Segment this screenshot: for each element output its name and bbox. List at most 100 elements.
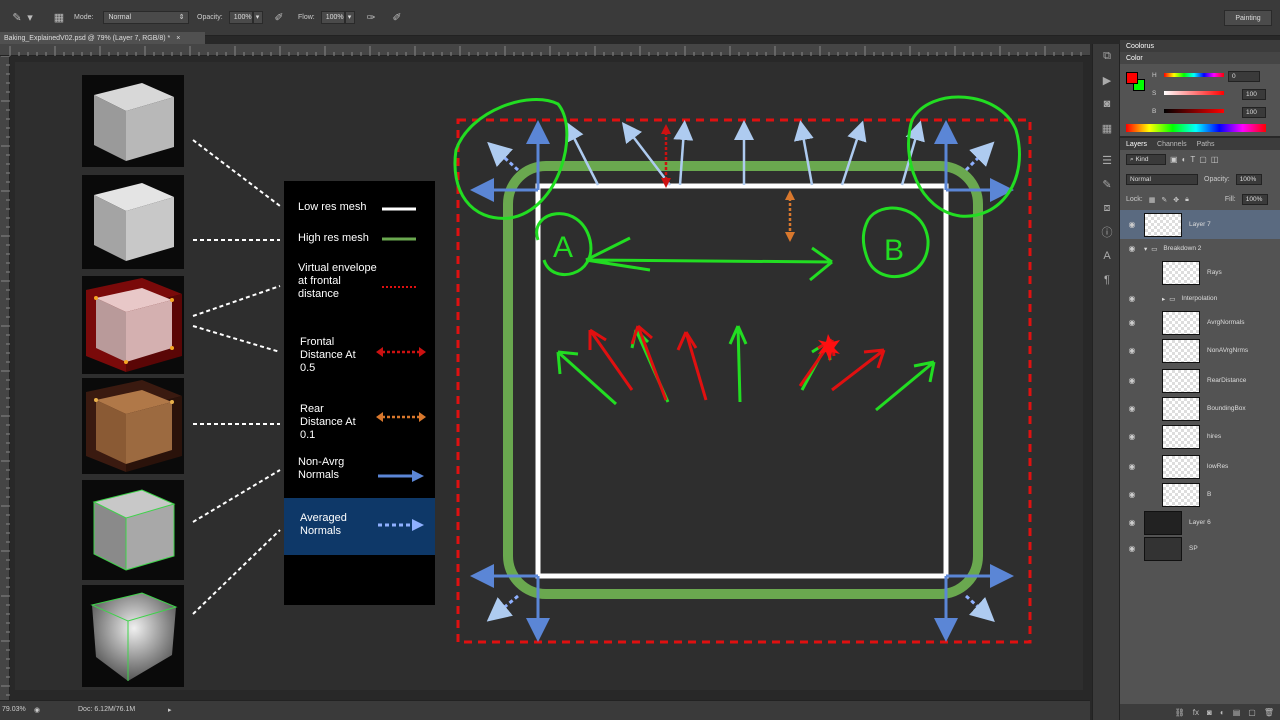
label-b: B	[884, 234, 904, 267]
hue-slider[interactable]	[1164, 73, 1224, 77]
link-icon[interactable]: ⛓	[1175, 708, 1185, 717]
brush-settings-icon[interactable]: ✎	[1093, 172, 1121, 196]
tab-layers[interactable]: Layers	[1126, 141, 1147, 148]
coolorus-header: Coolorus	[1120, 40, 1280, 52]
close-icon[interactable]: ×	[176, 35, 180, 42]
flow-input[interactable]: 100%	[320, 10, 345, 24]
mode-select[interactable]: Normal ⇕	[103, 10, 190, 24]
group-disclosure-icon[interactable]: ▸	[1162, 295, 1165, 303]
pen-pressure-size-icon: ✐	[392, 11, 402, 24]
layer-opacity-value: 100%	[1239, 176, 1257, 183]
pressure-opacity-toggle[interactable]: ✐	[270, 10, 288, 24]
lock-label: Lock:	[1126, 196, 1143, 203]
b-value[interactable]: 100	[1242, 107, 1266, 118]
paragraph-icon[interactable]: ¶	[1093, 268, 1121, 292]
trash-icon[interactable]: 🗑︎	[1264, 708, 1274, 717]
visibility-eye-icon[interactable]: ◉	[1120, 462, 1144, 471]
layer-row[interactable]: Rays	[1120, 258, 1280, 287]
blend-mode-select[interactable]: Normal	[1126, 174, 1198, 185]
document-tab[interactable]: Baking_ExplainedV02.psd @ 79% (Layer 7, …	[0, 32, 205, 44]
fg-bg-swatches[interactable]	[1126, 72, 1146, 92]
color-tab[interactable]: Color	[1126, 55, 1143, 62]
layer-row[interactable]: ◉ AvrgNormals	[1120, 308, 1280, 337]
frontal-distance-marker	[661, 124, 671, 188]
airbrush-toggle[interactable]: ✑	[362, 10, 380, 24]
visibility-eye-icon[interactable]: ◉	[1120, 404, 1144, 413]
layer-row[interactable]: ◉ B	[1120, 480, 1280, 509]
h-value[interactable]: 0	[1228, 71, 1260, 82]
lock-move-icon[interactable]: ✥	[1173, 196, 1179, 204]
folder-icon: ▭	[1169, 295, 1176, 303]
tab-channels[interactable]: Channels	[1157, 141, 1187, 148]
opacity-dropdown[interactable]: ▾	[252, 10, 263, 24]
visibility-eye-icon[interactable]: ◉	[1120, 518, 1144, 527]
brush-preset-picker[interactable]: ✎ ▾	[8, 10, 34, 24]
grid-icon[interactable]: ▦	[1093, 116, 1121, 140]
layer-row[interactable]: ◉ BoundingBox	[1120, 394, 1280, 423]
group-disclosure-icon[interactable]: ▾	[1144, 245, 1147, 253]
adjustment-icon[interactable]: ◐	[1220, 708, 1225, 717]
visibility-eye-icon[interactable]: ◉	[1120, 544, 1144, 553]
pressure-size-toggle[interactable]: ✐	[388, 10, 406, 24]
visibility-eye-icon[interactable]: ◉	[1120, 432, 1144, 441]
foreground-swatch[interactable]	[1126, 72, 1138, 84]
visibility-eye-icon[interactable]: ◉	[1120, 244, 1144, 253]
lock-paint-icon[interactable]: ✎	[1161, 196, 1167, 204]
info-icon[interactable]: ⓘ	[1093, 220, 1121, 244]
opacity-value: 100%	[233, 13, 252, 21]
layer-row[interactable]: ◉ NonAVrgNrms	[1120, 336, 1280, 365]
new-group-icon[interactable]: ▤	[1233, 708, 1241, 717]
filter-smart-icon[interactable]: ◫	[1211, 155, 1219, 164]
saturation-slider[interactable]	[1164, 91, 1224, 95]
color-ramp[interactable]	[1126, 124, 1266, 132]
visibility-eye-icon[interactable]: ◉	[1120, 318, 1144, 327]
visibility-eye-icon[interactable]: ◉	[1120, 220, 1144, 229]
tab-paths[interactable]: Paths	[1197, 141, 1215, 148]
legend-rear: Rear Distance At 0.1	[300, 403, 356, 441]
brush-icon: ✎	[12, 11, 22, 24]
visibility-eye-icon[interactable]: ◉	[1120, 376, 1144, 385]
filter-pixel-icon[interactable]: ▣	[1170, 155, 1178, 164]
non-avrg-cube-image	[92, 489, 176, 571]
history-icon[interactable]: ⧉	[1093, 44, 1121, 68]
fx-icon[interactable]: fx	[1193, 708, 1199, 717]
zoom-level[interactable]: 79.03%	[2, 706, 26, 713]
workspace-label: Painting	[1235, 14, 1261, 22]
workspace-switcher[interactable]: Painting	[1224, 10, 1272, 26]
s-value[interactable]: 100	[1242, 89, 1266, 100]
clone-icon[interactable]: ⧈	[1093, 196, 1121, 220]
flow-dropdown[interactable]: ▾	[344, 10, 355, 24]
averaged-cube-image	[90, 592, 178, 681]
fill-input[interactable]: 100%	[1241, 194, 1268, 205]
layer-row[interactable]: ◉ lowRes	[1120, 452, 1280, 481]
filter-adjust-icon[interactable]: ◐	[1182, 155, 1187, 164]
opacity-input[interactable]: 100%	[228, 10, 253, 24]
brush-panel-toggle[interactable]: ▦	[50, 10, 68, 24]
character-icon[interactable]: A	[1093, 244, 1121, 268]
coolorus-tab[interactable]: Coolorus	[1126, 43, 1154, 50]
mask-icon[interactable]: ◙	[1207, 708, 1212, 717]
visibility-eye-icon[interactable]: ◉	[1120, 294, 1144, 303]
low-res-cube-image	[94, 83, 174, 161]
layer-row[interactable]: ◉ hires	[1120, 422, 1280, 451]
layer-row[interactable]: ◉ Layer 6	[1120, 508, 1280, 537]
new-layer-icon[interactable]: ▢	[1248, 708, 1256, 717]
layer-row[interactable]: ◉ RearDistance	[1120, 366, 1280, 395]
visibility-eye-icon[interactable]: ◉	[1120, 490, 1144, 499]
filter-type-icon[interactable]: T	[1190, 155, 1195, 164]
play-icon[interactable]: ▶	[1093, 68, 1121, 92]
lock-pixels-icon[interactable]: ▦	[1149, 196, 1156, 204]
layer-row[interactable]: ◉ SP	[1120, 534, 1280, 563]
lock-all-icon[interactable]: 🔒︎	[1185, 196, 1189, 204]
cube-averaged	[82, 585, 184, 687]
visibility-eye-icon[interactable]: ◉	[1120, 346, 1144, 355]
ray-arrows	[565, 120, 925, 186]
layer-opacity-input[interactable]: 100%	[1235, 174, 1262, 185]
camera-icon[interactable]: ◙	[1093, 92, 1121, 116]
filter-shape-icon[interactable]: ▢	[1199, 155, 1207, 164]
kind-filter[interactable]: ⌕ Kind	[1126, 154, 1166, 165]
status-menu-icon[interactable]: ▸	[168, 706, 172, 714]
green-normal-1	[556, 350, 618, 406]
adjust-icon[interactable]: ☰	[1093, 148, 1121, 172]
brightness-slider[interactable]	[1164, 109, 1224, 113]
